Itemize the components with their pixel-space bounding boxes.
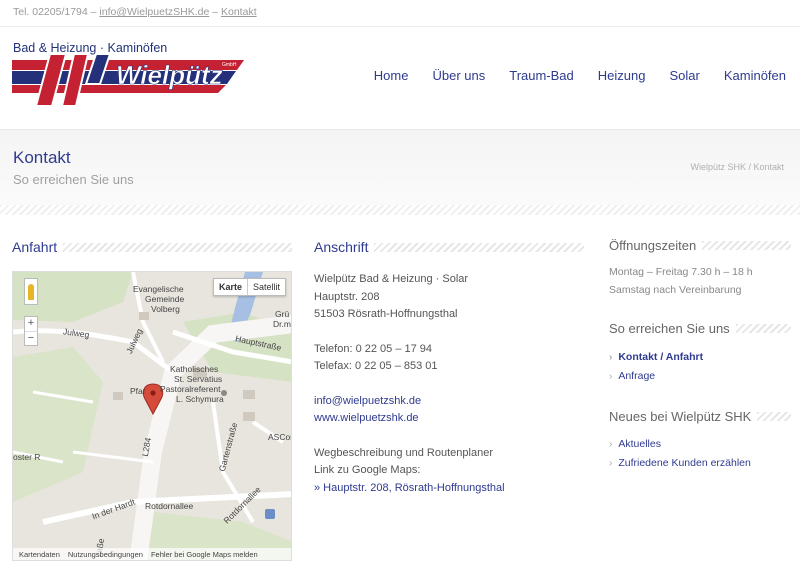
map-label: Dr.me [273,319,291,329]
heading-stripes [735,324,791,333]
map-label: Grü [275,309,290,319]
chevron-right-icon: › [609,352,613,363]
map-type-satellit-button[interactable]: Satellit [248,279,285,295]
zoom-in-button[interactable]: + [25,317,37,331]
top-separator: – [87,6,100,18]
street: Hauptstr. 208 [314,290,380,303]
site-logo[interactable]: Bad & Heizung · Kaminöfen Wielpütz GmbH [12,40,246,108]
map-type-karte-button[interactable]: Karte [214,279,249,295]
sidebar-link-label: Anfrage [618,370,656,382]
map-label: St. Servatius [174,374,223,384]
map-label: Rotdornallee [145,501,194,511]
top-contact-link[interactable]: Kontakt [221,6,257,18]
map-footer-kartendaten[interactable]: Kartendaten [19,550,60,560]
top-email-link[interactable]: info@WielpuetzSHK.de [99,6,209,18]
top-separator: – [209,6,221,18]
google-maps-link[interactable]: » Hauptstr. 208, Rösrath-Hoffnungsthal [314,482,505,494]
logo-suffix: GmbH [222,62,237,68]
sidebar-link-kunden[interactable]: › Zufriedene Kunden erzählen [609,454,751,473]
sidebar-link-label: Aktuelles [618,438,661,450]
map-label: Katholisches [170,364,219,374]
divider-stripes [0,205,800,215]
website-link[interactable]: www.wielpuetzshk.de [314,412,419,424]
map-type-toggle: Karte Satellit [213,278,287,296]
route-text: Wegbeschreibung und Routenplaner [314,446,493,459]
chevron-right-icon: › [609,439,613,450]
page-subtitle: So erreichen Sie uns [13,172,134,187]
map-footer-nutzungsbedingungen[interactable]: Nutzungsbedingungen [68,550,143,560]
telefon: Telefon: 0 22 05 – 17 94 [314,342,433,355]
map-label: ASCon [268,432,291,442]
map-label: L. Schymura [176,394,224,404]
map-label: oster R [13,452,41,462]
breadcrumb: Wielpütz SHK / Kontakt [690,162,784,172]
sidebar-link-label: Kontakt / Anfahrt [618,351,704,363]
map-footer: Kartendaten Nutzungsbedingungen Fehler b… [13,548,291,560]
zoom-control: + − [24,316,38,346]
heading-stripes [374,242,584,252]
anfahrt-heading: Anfahrt [12,239,292,255]
hours-heading-text: Öffnungszeiten [609,238,697,253]
street-view-pegman-icon[interactable] [24,278,38,305]
city: 51503 Rösrath-Hoffnungsthal [314,308,458,320]
reach-links: › Kontakt / Anfahrt › Anfrage [609,348,703,386]
map-label: Gemeinde [145,294,185,304]
telefax: Telefax: 0 22 05 – 853 01 [314,360,438,372]
google-map[interactable]: Evangelische Gemeinde Volberg Julweg Jul… [12,271,292,561]
zoom-out-button[interactable]: − [25,331,37,345]
map-label: Pastoralreferent [160,384,221,394]
map-label: Evangelische [133,284,184,294]
heading-stripes [757,412,791,421]
top-info-bar: Tel. 02205/1794 – info@WielpuetzSHK.de –… [0,0,800,27]
hours-heading: Öffnungszeiten [609,238,791,253]
nav-kaminoefen[interactable]: Kaminöfen [724,68,786,83]
top-phone: Tel. 02205/1794 [13,6,88,18]
chevron-right-icon: › [609,371,613,382]
heading-stripes [702,241,791,250]
news-links: › Aktuelles › Zufriedene Kunden erzählen [609,435,751,473]
map-footer-fehler-melden[interactable]: Fehler bei Google Maps melden [151,550,258,560]
map-canvas [13,272,291,560]
news-heading: Neues bei Wielpütz SHK [609,409,791,424]
nav-solar[interactable]: Solar [669,68,699,83]
hours-block: Montag – Freitag 7.30 h – 18 h Samstag n… [609,264,753,299]
anschrift-heading-text: Anschrift [314,239,369,255]
hours-weekday: Montag – Freitag 7.30 h – 18 h [609,266,753,278]
reach-heading: So erreichen Sie uns [609,321,791,336]
logo-wordmark: Wielpütz [116,60,223,90]
nav-heizung[interactable]: Heizung [598,68,646,83]
map-label: Volberg [151,304,180,314]
nav-ueber-uns[interactable]: Über uns [432,68,485,83]
page-title: Kontakt [13,148,71,167]
hours-saturday: Samstag nach Vereinbarung [609,283,742,296]
address-block: Wielpütz Bad & Heizung · Solar Hauptstr.… [314,271,584,497]
anfahrt-heading-text: Anfahrt [12,239,58,255]
anschrift-heading: Anschrift [314,239,584,255]
news-heading-text: Neues bei Wielpütz SHK [609,409,752,424]
sidebar-link-aktuelles[interactable]: › Aktuelles [609,435,751,454]
reach-heading-text: So erreichen Sie uns [609,321,730,336]
map-label: Pfar [130,386,146,396]
chevron-right-icon: › [609,458,613,469]
route-text: Link zu Google Maps: [314,464,421,476]
site-header: Bad & Heizung · Kaminöfen Wielpütz GmbH … [0,28,800,129]
logo-mark: Wielpütz GmbH [12,53,244,107]
nav-traum-bad[interactable]: Traum-Bad [509,68,574,83]
main-nav: Home Über uns Traum-Bad Heizung Solar Ka… [350,68,786,83]
sidebar-link-label: Zufriedene Kunden erzählen [618,457,751,469]
sidebar-link-anfrage[interactable]: › Anfrage [609,367,703,386]
email-link[interactable]: info@wielpuetzshk.de [314,395,421,407]
company-name: Wielpütz Bad & Heizung · Solar [314,273,469,285]
heading-stripes [63,242,292,252]
page-title-band: Kontakt So erreichen Sie uns Wielpütz SH… [0,129,800,209]
sidebar-link-kontakt[interactable]: › Kontakt / Anfahrt [609,348,703,367]
nav-home[interactable]: Home [374,68,409,83]
